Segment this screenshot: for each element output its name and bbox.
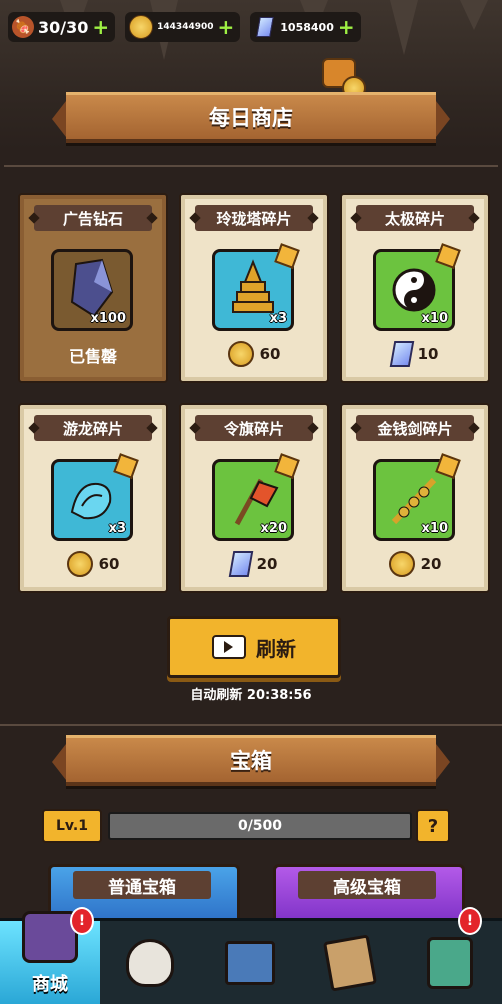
- add-gem-icon[interactable]: +: [338, 17, 355, 37]
- stamina-counter[interactable]: 🍖 30/30 +: [8, 12, 116, 42]
- tower-icon: [427, 936, 473, 989]
- item-qty: x100: [90, 311, 126, 326]
- coin-icon: [66, 551, 93, 577]
- shop-item-taiji-shard[interactable]: 太极碎片 x10 10: [340, 193, 490, 383]
- item-price[interactable]: 20: [181, 551, 327, 577]
- item-price[interactable]: 20: [342, 551, 488, 577]
- shop-item-dragon-shard[interactable]: 游龙碎片 x3 60: [18, 403, 168, 593]
- chest-level-badge: Lv.1: [42, 809, 102, 843]
- item-title: 金钱剑碎片: [356, 415, 474, 441]
- normal-chest-label: 普通宝箱: [73, 871, 211, 899]
- coin-icon: [129, 15, 154, 39]
- altar-icon: [225, 940, 275, 985]
- item-qty: x3: [108, 521, 126, 536]
- chest-banner: 宝箱: [52, 735, 450, 786]
- refresh-label: 刷新: [256, 636, 296, 661]
- coin-icon: [388, 551, 415, 577]
- tab-scroll[interactable]: [300, 921, 400, 1004]
- item-price[interactable]: 60: [181, 341, 327, 367]
- price-value: 20: [256, 555, 278, 573]
- gem-counter[interactable]: 1058400 +: [250, 12, 361, 42]
- shop-item-ad-diamond[interactable]: 广告钻石 x100 已售罄: [18, 193, 168, 383]
- item-icon-box: x10: [373, 243, 461, 331]
- bottom-tab-bar: 商城 ! !: [0, 907, 502, 1004]
- stamina-value: 30/30: [38, 17, 89, 37]
- auto-refresh-timer: 自动刷新 20:38:56: [190, 688, 312, 703]
- price-value: 60: [259, 345, 281, 363]
- gold-value: 144344900: [157, 22, 214, 32]
- item-icon-box: x10: [373, 453, 461, 541]
- scroll-icon: [323, 933, 377, 992]
- shop-item-coin-sword-shard[interactable]: 金钱剑碎片 x10 20: [340, 403, 490, 593]
- coin-icon: [227, 341, 254, 367]
- item-title: 游龙碎片: [34, 415, 152, 441]
- gem-icon: [228, 551, 253, 577]
- tab-shop-label: 商城: [32, 974, 68, 995]
- item-title: 广告钻石: [34, 205, 152, 231]
- add-stamina-icon[interactable]: +: [92, 17, 109, 37]
- item-icon-box: x3: [51, 453, 139, 541]
- advanced-chest-label: 高级宝箱: [298, 871, 436, 899]
- chest-title: 宝箱: [230, 749, 272, 773]
- item-qty: x3: [269, 311, 287, 326]
- gem-icon: [389, 341, 414, 367]
- video-ad-icon: [212, 635, 246, 659]
- item-qty: x10: [421, 311, 448, 326]
- daily-shop-title: 每日商店: [209, 106, 293, 130]
- alert-badge-icon: !: [70, 907, 94, 935]
- gem-icon: [254, 16, 276, 38]
- item-qty: x20: [260, 521, 287, 536]
- resource-bar: 🍖 30/30 + 144344900 + 1058400 +: [8, 12, 361, 44]
- item-icon-box: x20: [212, 453, 300, 541]
- price-value: 60: [98, 555, 120, 573]
- help-button[interactable]: ?: [416, 809, 450, 843]
- sold-out-label: 已售罄: [68, 347, 117, 366]
- price-value: 20: [420, 555, 442, 573]
- refresh-button[interactable]: 刷新: [167, 616, 341, 678]
- section-divider: [0, 724, 502, 726]
- add-gold-icon[interactable]: +: [218, 17, 235, 37]
- chest-progress-bar: 0/500: [108, 812, 412, 840]
- shop-item-pagoda-shard[interactable]: 玲珑塔碎片 x3 60: [179, 193, 329, 383]
- item-icon-box: x3: [212, 243, 300, 331]
- item-icon-box: x100: [51, 249, 133, 331]
- item-price[interactable]: 60: [20, 551, 166, 577]
- item-title: 太极碎片: [356, 205, 474, 231]
- meat-icon: 🍖: [12, 16, 34, 38]
- tab-altar[interactable]: [200, 921, 300, 1004]
- item-title: 玲珑塔碎片: [195, 205, 313, 231]
- gold-counter[interactable]: 144344900 +: [125, 12, 241, 42]
- item-qty: x10: [421, 521, 448, 536]
- skull-icon: [126, 938, 174, 987]
- progress-text: 0/500: [237, 818, 283, 834]
- item-title: 令旗碎片: [195, 415, 313, 441]
- price-value: 10: [417, 345, 439, 363]
- gem-value: 1058400: [280, 20, 334, 34]
- daily-shop-banner: 每日商店: [52, 92, 450, 143]
- item-price[interactable]: 10: [342, 341, 488, 367]
- tab-tower[interactable]: !: [400, 907, 500, 1004]
- tab-shop[interactable]: 商城 !: [0, 907, 100, 1004]
- alert-badge-icon: !: [458, 907, 482, 935]
- tab-skull[interactable]: [100, 921, 200, 1004]
- shop-item-flag-shard[interactable]: 令旗碎片 x20 20: [179, 403, 329, 593]
